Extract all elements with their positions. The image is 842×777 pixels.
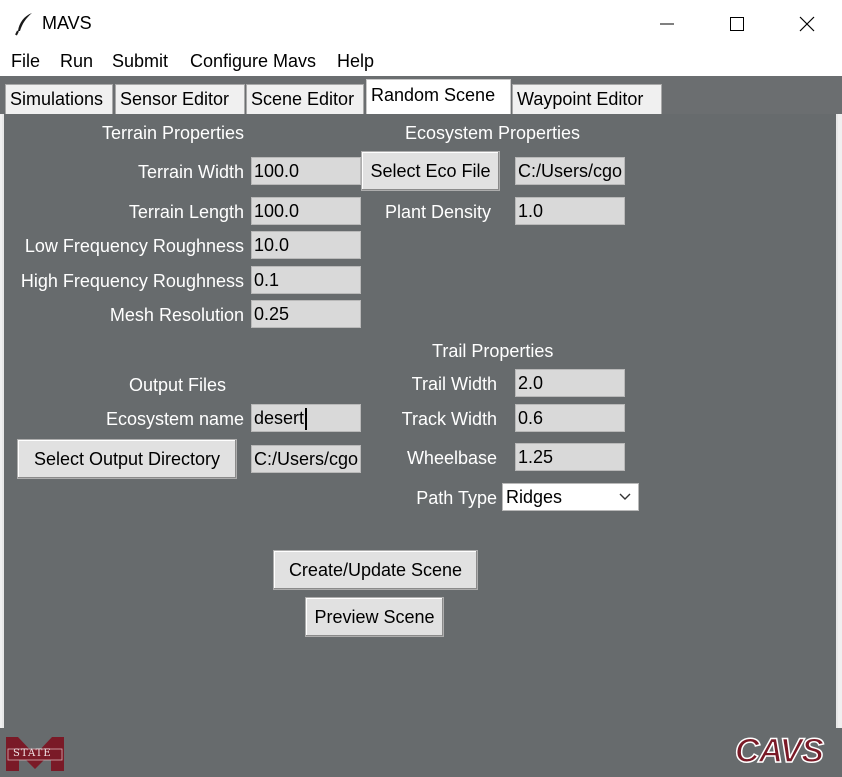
mesh-resolution-label: Mesh Resolution	[109, 305, 244, 325]
select-eco-file-button[interactable]: Select Eco File	[361, 151, 500, 191]
create-update-scene-button[interactable]: Create/Update Scene	[273, 550, 478, 590]
menu-bar: File Run Submit Configure Mavs Help	[0, 48, 842, 76]
title-bar: MAVS	[0, 0, 842, 48]
wheelbase-label: Wheelbase	[406, 448, 497, 468]
msu-logo-text: STATE	[13, 748, 52, 759]
high-frequency-roughness-field[interactable]: 0.1	[251, 266, 361, 294]
close-icon	[799, 16, 815, 32]
path-type-value: Ridges	[506, 487, 563, 507]
terrain-length-field[interactable]: 100.0	[251, 197, 361, 225]
tab-sensor-editor[interactable]: Sensor Editor	[115, 84, 245, 114]
ecosystem-name-value: desert	[254, 408, 305, 428]
msu-logo: STATE	[4, 735, 66, 773]
chevron-down-icon	[619, 493, 631, 500]
plant-density-field[interactable]: 1.0	[515, 197, 625, 225]
minimize-button[interactable]	[632, 0, 702, 48]
output-directory-path-field[interactable]: C:/Users/cgo	[251, 445, 361, 473]
trail-properties-heading: Trail Properties	[432, 341, 554, 361]
mesh-resolution-field[interactable]: 0.25	[251, 300, 361, 328]
ecosystem-properties-heading: Ecosystem Properties	[405, 123, 581, 143]
preview-scene-button[interactable]: Preview Scene	[305, 597, 444, 637]
terrain-width-label: Terrain Width	[137, 162, 244, 182]
wheelbase-field[interactable]: 1.25	[515, 443, 625, 471]
minimize-icon	[660, 23, 674, 25]
trail-width-field[interactable]: 2.0	[515, 369, 625, 397]
maximize-button[interactable]	[702, 0, 772, 48]
text-cursor	[305, 408, 308, 431]
eco-file-path-field[interactable]: C:/Users/cgo	[515, 157, 625, 185]
menu-submit[interactable]: Submit	[112, 51, 168, 72]
menu-configure-mavs[interactable]: Configure Mavs	[190, 51, 316, 72]
ecosystem-name-label: Ecosystem name	[105, 409, 244, 429]
tab-waypoint-editor[interactable]: Waypoint Editor	[512, 84, 662, 114]
tab-random-scene[interactable]: Random Scene	[366, 79, 511, 115]
footer-bar: STATE CAVS	[0, 728, 842, 777]
tab-bar: Simulations Sensor Editor Scene Editor R…	[0, 76, 842, 115]
ecosystem-name-field[interactable]: desert	[251, 404, 361, 432]
close-button[interactable]	[772, 0, 842, 48]
path-type-select[interactable]: Ridges	[502, 483, 639, 511]
high-frequency-roughness-label: High Frequency Roughness	[20, 271, 244, 291]
app-window: MAVS File Run Submit Configure Mavs Help…	[0, 0, 842, 777]
window-title: MAVS	[42, 13, 92, 33]
terrain-length-label: Terrain Length	[128, 202, 244, 222]
low-frequency-roughness-label: Low Frequency Roughness	[24, 236, 244, 256]
maximize-icon	[730, 17, 744, 31]
track-width-label: Track Width	[401, 409, 497, 429]
menu-file[interactable]: File	[11, 51, 40, 72]
cavs-logo: CAVS	[734, 731, 824, 771]
tab-scene-editor[interactable]: Scene Editor	[246, 84, 364, 114]
low-frequency-roughness-field[interactable]: 10.0	[251, 231, 361, 259]
path-type-label: Path Type	[416, 488, 497, 508]
track-width-field[interactable]: 0.6	[515, 404, 625, 432]
terrain-width-field[interactable]: 100.0	[251, 157, 361, 185]
terrain-properties-heading: Terrain Properties	[102, 123, 245, 143]
menu-run[interactable]: Run	[60, 51, 93, 72]
output-files-heading: Output Files	[129, 375, 227, 395]
trail-width-label: Trail Width	[411, 374, 497, 394]
random-scene-panel: Terrain Properties Terrain Width 100.0 T…	[2, 114, 838, 728]
plant-density-label: Plant Density	[385, 202, 492, 222]
tab-simulations[interactable]: Simulations	[5, 84, 113, 114]
select-output-directory-button[interactable]: Select Output Directory	[17, 439, 237, 479]
feather-icon	[15, 13, 32, 36]
menu-help[interactable]: Help	[337, 51, 374, 72]
